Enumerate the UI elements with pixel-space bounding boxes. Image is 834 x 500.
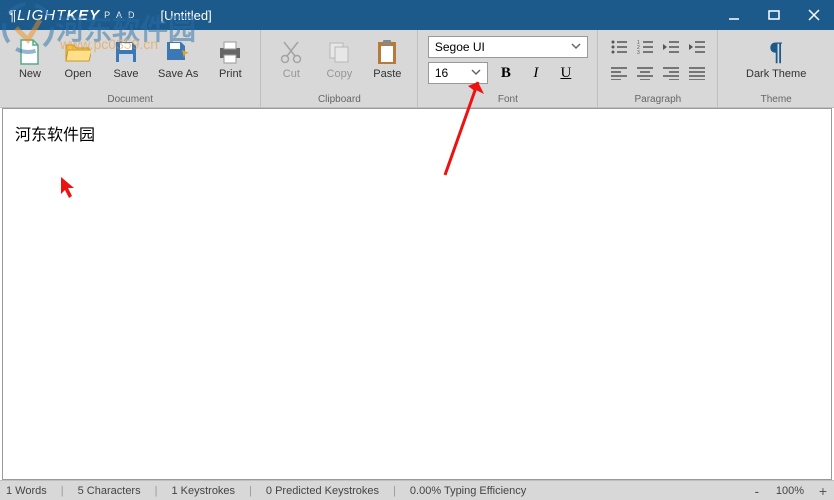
bullet-list-button[interactable] bbox=[608, 36, 630, 58]
number-list-button[interactable]: 123 bbox=[634, 36, 656, 58]
maximize-button[interactable] bbox=[754, 0, 794, 30]
status-chars: 5 Characters bbox=[78, 485, 141, 497]
font-family-value: Segoe UI bbox=[435, 40, 485, 54]
group-paragraph: 123 Paragraph bbox=[598, 30, 718, 107]
status-efficiency: 0.00% Typing Efficiency bbox=[410, 485, 526, 497]
group-label-document: Document bbox=[8, 92, 252, 106]
zoom-level: 100% bbox=[776, 485, 804, 497]
minimize-button[interactable] bbox=[714, 0, 754, 30]
align-right-button[interactable] bbox=[660, 62, 682, 84]
underline-button[interactable]: U bbox=[554, 62, 578, 84]
group-clipboard: Cut Copy Paste Clipboard bbox=[261, 30, 418, 107]
text-editor[interactable]: 河东软件园 bbox=[2, 108, 832, 480]
chevron-down-icon bbox=[571, 40, 581, 54]
paste-button[interactable]: Paste bbox=[365, 34, 409, 82]
chevron-down-icon bbox=[471, 66, 481, 80]
align-left-button[interactable] bbox=[608, 62, 630, 84]
group-label-font: Font bbox=[426, 92, 589, 106]
group-theme: ¶ Dark Theme Theme bbox=[718, 30, 834, 107]
group-label-theme: Theme bbox=[726, 92, 826, 106]
font-family-combo[interactable]: Segoe UI bbox=[428, 36, 588, 58]
group-label-clipboard: Clipboard bbox=[269, 92, 409, 106]
title-bar: ¶LIGHTKEY P A D [Untitled] bbox=[0, 0, 834, 30]
app-logo: ¶LIGHTKEY bbox=[8, 7, 100, 24]
print-button[interactable]: Print bbox=[208, 34, 252, 82]
copy-icon bbox=[325, 38, 353, 66]
new-file-icon bbox=[16, 38, 44, 66]
font-size-combo[interactable]: 16 bbox=[428, 62, 488, 84]
font-size-value: 16 bbox=[435, 66, 448, 80]
status-bar: 1 Words| 5 Characters| 1 Keystrokes| 0 P… bbox=[0, 480, 834, 500]
saveas-icon bbox=[164, 38, 192, 66]
close-button[interactable] bbox=[794, 0, 834, 30]
indent-button[interactable] bbox=[686, 36, 708, 58]
italic-button[interactable]: I bbox=[524, 62, 548, 84]
copy-button: Copy bbox=[317, 34, 361, 82]
pilcrow-icon: ¶ bbox=[762, 38, 790, 66]
ribbon-toolbar: New Open Save Save As Print Document bbox=[0, 30, 834, 108]
bold-button[interactable]: B bbox=[494, 62, 518, 84]
new-button[interactable]: New bbox=[8, 34, 52, 82]
paste-icon bbox=[373, 38, 401, 66]
status-predicted: 0 Predicted Keystrokes bbox=[266, 485, 379, 497]
status-keystrokes: 1 Keystrokes bbox=[171, 485, 235, 497]
saveas-button[interactable]: Save As bbox=[152, 34, 204, 82]
svg-text:3: 3 bbox=[637, 50, 640, 54]
dark-theme-button[interactable]: ¶ Dark Theme bbox=[736, 34, 816, 82]
zoom-out-button[interactable]: - bbox=[752, 483, 762, 499]
app-subtitle: P A D bbox=[104, 10, 136, 20]
group-font: Segoe UI 16 B I U Font bbox=[418, 30, 598, 107]
document-title: [Untitled] bbox=[160, 8, 211, 23]
save-icon bbox=[112, 38, 140, 66]
editor-content: 河东软件园 bbox=[15, 121, 819, 145]
align-center-button[interactable] bbox=[634, 62, 656, 84]
group-label-paragraph: Paragraph bbox=[606, 92, 709, 106]
scissors-icon bbox=[277, 38, 305, 66]
align-justify-button[interactable] bbox=[686, 62, 708, 84]
group-document: New Open Save Save As Print Document bbox=[0, 30, 261, 107]
print-icon bbox=[216, 38, 244, 66]
status-words: 1 Words bbox=[6, 485, 47, 497]
open-button[interactable]: Open bbox=[56, 34, 100, 82]
open-folder-icon bbox=[64, 38, 92, 66]
cut-button: Cut bbox=[269, 34, 313, 82]
outdent-button[interactable] bbox=[660, 36, 682, 58]
save-button[interactable]: Save bbox=[104, 34, 148, 82]
window-controls bbox=[714, 0, 834, 30]
zoom-in-button[interactable]: + bbox=[818, 483, 828, 499]
